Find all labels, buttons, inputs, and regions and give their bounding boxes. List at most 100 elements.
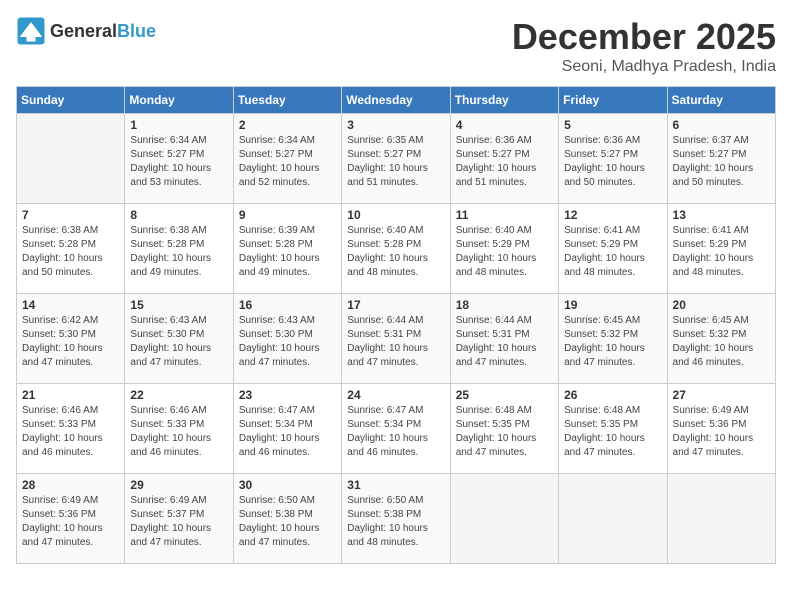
day-info: Sunrise: 6:49 AM Sunset: 5:36 PM Dayligh… [22, 494, 119, 550]
day-number: 10 [347, 208, 444, 222]
calendar-day-cell: 1 Sunrise: 6:34 AM Sunset: 5:27 PM Daylig… [125, 114, 233, 204]
day-number: 21 [22, 388, 119, 402]
day-info: Sunrise: 6:44 AM Sunset: 5:31 PM Dayligh… [456, 314, 553, 370]
calendar-day-cell: 16 Sunrise: 6:43 AM Sunset: 5:30 PM Dayli… [233, 294, 341, 384]
calendar-day-cell: 31 Sunrise: 6:50 AM Sunset: 5:38 PM Dayli… [342, 474, 450, 564]
day-number: 26 [564, 388, 661, 402]
day-info: Sunrise: 6:43 AM Sunset: 5:30 PM Dayligh… [239, 314, 336, 370]
calendar-day-cell: 27Sunrise: 6:49 AM Sunset: 5:36 PM Dayli… [667, 384, 775, 474]
calendar-week-row: 14 Sunrise: 6:42 AM Sunset: 5:30 PM Dayli… [17, 294, 776, 384]
day-info: Sunrise: 6:38 AM Sunset: 5:28 PM Dayligh… [22, 224, 119, 280]
location-title: Seoni, Madhya Pradesh, India [512, 58, 776, 76]
day-number: 12 [564, 208, 661, 222]
day-number: 1 [130, 118, 227, 132]
weekday-header-cell: Tuesday [233, 87, 341, 114]
day-info: Sunrise: 6:45 AM Sunset: 5:32 PM Dayligh… [673, 314, 770, 370]
day-number: 16 [239, 298, 336, 312]
day-number: 4 [456, 118, 553, 132]
calendar-day-cell: 19Sunrise: 6:45 AM Sunset: 5:32 PM Dayli… [559, 294, 667, 384]
day-number: 15 [130, 298, 227, 312]
day-info: Sunrise: 6:49 AM Sunset: 5:37 PM Dayligh… [130, 494, 227, 550]
day-number: 19 [564, 298, 661, 312]
calendar-day-cell: 17 Sunrise: 6:44 AM Sunset: 5:31 PM Dayli… [342, 294, 450, 384]
calendar-day-cell: 6Sunrise: 6:37 AM Sunset: 5:27 PM Daylig… [667, 114, 775, 204]
day-info: Sunrise: 6:50 AM Sunset: 5:38 PM Dayligh… [347, 494, 444, 550]
day-info: Sunrise: 6:40 AM Sunset: 5:28 PM Dayligh… [347, 224, 444, 280]
day-number: 11 [456, 208, 553, 222]
day-number: 25 [456, 388, 553, 402]
day-info: Sunrise: 6:44 AM Sunset: 5:31 PM Dayligh… [347, 314, 444, 370]
calendar-day-cell: 29 Sunrise: 6:49 AM Sunset: 5:37 PM Dayli… [125, 474, 233, 564]
day-number: 22 [130, 388, 227, 402]
day-number: 29 [130, 478, 227, 492]
calendar-day-cell: 22 Sunrise: 6:46 AM Sunset: 5:33 PM Dayli… [125, 384, 233, 474]
day-info: Sunrise: 6:41 AM Sunset: 5:29 PM Dayligh… [673, 224, 770, 280]
day-number: 28 [22, 478, 119, 492]
title-area: December 2025 Seoni, Madhya Pradesh, Ind… [512, 16, 776, 76]
logo-text-blue: Blue [117, 21, 156, 41]
calendar-week-row: 21 Sunrise: 6:46 AM Sunset: 5:33 PM Dayli… [17, 384, 776, 474]
day-info: Sunrise: 6:50 AM Sunset: 5:38 PM Dayligh… [239, 494, 336, 550]
day-info: Sunrise: 6:36 AM Sunset: 5:27 PM Dayligh… [456, 134, 553, 190]
calendar-day-cell: 15 Sunrise: 6:43 AM Sunset: 5:30 PM Dayli… [125, 294, 233, 384]
calendar-day-cell: 21 Sunrise: 6:46 AM Sunset: 5:33 PM Dayli… [17, 384, 125, 474]
logo-icon [16, 16, 46, 46]
weekday-header-row: SundayMondayTuesdayWednesdayThursdayFrid… [17, 87, 776, 114]
day-info: Sunrise: 6:42 AM Sunset: 5:30 PM Dayligh… [22, 314, 119, 370]
calendar-day-cell: 12 Sunrise: 6:41 AM Sunset: 5:29 PM Dayli… [559, 204, 667, 294]
header: GeneralBlue December 2025 Seoni, Madhya … [16, 16, 776, 76]
day-info: Sunrise: 6:47 AM Sunset: 5:34 PM Dayligh… [347, 404, 444, 460]
day-number: 20 [673, 298, 770, 312]
day-info: Sunrise: 6:46 AM Sunset: 5:33 PM Dayligh… [130, 404, 227, 460]
day-number: 31 [347, 478, 444, 492]
day-number: 9 [239, 208, 336, 222]
calendar-day-cell [17, 114, 125, 204]
day-number: 3 [347, 118, 444, 132]
calendar-day-cell: 4 Sunrise: 6:36 AM Sunset: 5:27 PM Daylig… [450, 114, 558, 204]
weekday-header-cell: Thursday [450, 87, 558, 114]
day-info: Sunrise: 6:47 AM Sunset: 5:34 PM Dayligh… [239, 404, 336, 460]
day-number: 5 [564, 118, 661, 132]
day-info: Sunrise: 6:38 AM Sunset: 5:28 PM Dayligh… [130, 224, 227, 280]
calendar-day-cell: 3 Sunrise: 6:35 AM Sunset: 5:27 PM Daylig… [342, 114, 450, 204]
day-info: Sunrise: 6:46 AM Sunset: 5:33 PM Dayligh… [22, 404, 119, 460]
day-info: Sunrise: 6:34 AM Sunset: 5:27 PM Dayligh… [130, 134, 227, 190]
day-info: Sunrise: 6:37 AM Sunset: 5:27 PM Dayligh… [673, 134, 770, 190]
day-number: 30 [239, 478, 336, 492]
calendar-week-row: 28 Sunrise: 6:49 AM Sunset: 5:36 PM Dayli… [17, 474, 776, 564]
logo: GeneralBlue [16, 16, 156, 46]
day-number: 2 [239, 118, 336, 132]
calendar-day-cell: 5Sunrise: 6:36 AM Sunset: 5:27 PM Daylig… [559, 114, 667, 204]
day-info: Sunrise: 6:39 AM Sunset: 5:28 PM Dayligh… [239, 224, 336, 280]
weekday-header-cell: Friday [559, 87, 667, 114]
calendar-day-cell: 25Sunrise: 6:48 AM Sunset: 5:35 PM Dayli… [450, 384, 558, 474]
weekday-header-cell: Saturday [667, 87, 775, 114]
day-number: 24 [347, 388, 444, 402]
calendar-table: SundayMondayTuesdayWednesdayThursdayFrid… [16, 86, 776, 564]
day-number: 23 [239, 388, 336, 402]
calendar-day-cell [667, 474, 775, 564]
day-number: 13 [673, 208, 770, 222]
calendar-day-cell: 13 Sunrise: 6:41 AM Sunset: 5:29 PM Dayli… [667, 204, 775, 294]
calendar-day-cell: 26Sunrise: 6:48 AM Sunset: 5:35 PM Dayli… [559, 384, 667, 474]
logo-text-general: General [50, 21, 117, 41]
calendar-week-row: 1 Sunrise: 6:34 AM Sunset: 5:27 PM Daylig… [17, 114, 776, 204]
calendar-day-cell: 7 Sunrise: 6:38 AM Sunset: 5:28 PM Daylig… [17, 204, 125, 294]
day-number: 7 [22, 208, 119, 222]
calendar-day-cell: 28 Sunrise: 6:49 AM Sunset: 5:36 PM Dayli… [17, 474, 125, 564]
day-number: 14 [22, 298, 119, 312]
calendar-day-cell: 9 Sunrise: 6:39 AM Sunset: 5:28 PM Daylig… [233, 204, 341, 294]
weekday-header-cell: Wednesday [342, 87, 450, 114]
day-info: Sunrise: 6:43 AM Sunset: 5:30 PM Dayligh… [130, 314, 227, 370]
calendar-day-cell: 10 Sunrise: 6:40 AM Sunset: 5:28 PM Dayli… [342, 204, 450, 294]
weekday-header-cell: Sunday [17, 87, 125, 114]
day-info: Sunrise: 6:49 AM Sunset: 5:36 PM Dayligh… [673, 404, 770, 460]
day-info: Sunrise: 6:41 AM Sunset: 5:29 PM Dayligh… [564, 224, 661, 280]
calendar-day-cell [559, 474, 667, 564]
calendar-week-row: 7 Sunrise: 6:38 AM Sunset: 5:28 PM Daylig… [17, 204, 776, 294]
calendar-day-cell: 11 Sunrise: 6:40 AM Sunset: 5:29 PM Dayli… [450, 204, 558, 294]
day-info: Sunrise: 6:40 AM Sunset: 5:29 PM Dayligh… [456, 224, 553, 280]
calendar-day-cell: 23 Sunrise: 6:47 AM Sunset: 5:34 PM Dayli… [233, 384, 341, 474]
day-number: 17 [347, 298, 444, 312]
day-info: Sunrise: 6:35 AM Sunset: 5:27 PM Dayligh… [347, 134, 444, 190]
